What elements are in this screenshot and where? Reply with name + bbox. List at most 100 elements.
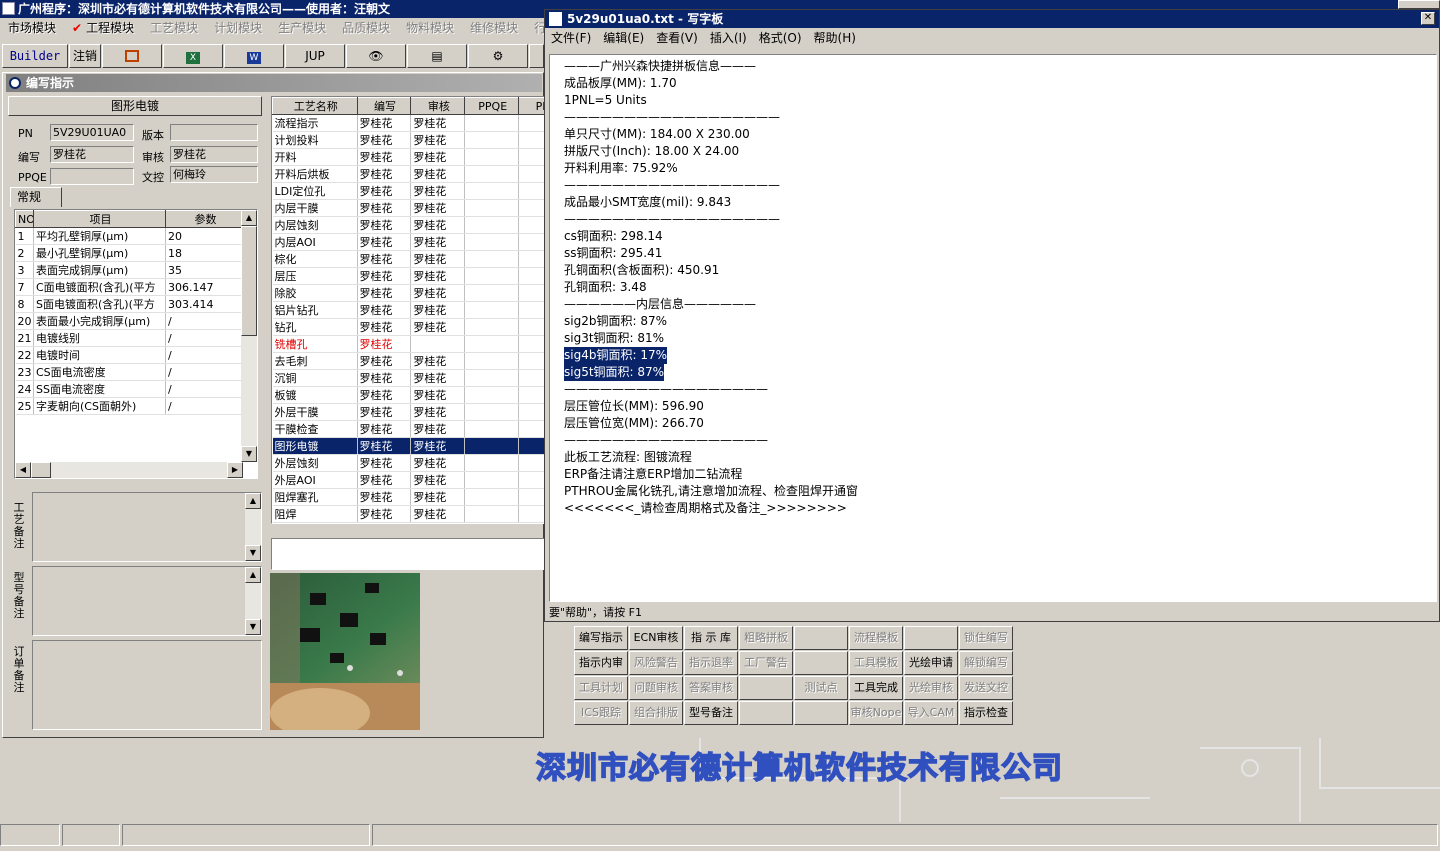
doccontrol-field[interactable]: 何梅玲 — [170, 166, 258, 183]
action-button[interactable]: 编写指示 — [574, 626, 628, 650]
action-button[interactable] — [739, 676, 793, 700]
table-row[interactable]: 钻孔 罗桂花 罗桂花 — [272, 318, 544, 336]
column-header[interactable]: 参数 — [165, 210, 244, 228]
column-header[interactable]: PPC — [518, 97, 544, 115]
table-row[interactable]: 铣槽孔 罗桂花 — [272, 335, 544, 353]
scroll-up-icon[interactable]: ▲ — [241, 210, 257, 226]
process-remark-field[interactable]: ▲ ▼ — [32, 492, 262, 562]
database-icon[interactable]: ▤ — [407, 44, 467, 68]
table-row[interactable]: 22 电镀时间 / — [15, 346, 244, 364]
action-button[interactable]: 解锁编写 — [959, 651, 1013, 675]
column-header[interactable]: 审核 — [410, 97, 466, 115]
action-button[interactable]: 测试点 — [794, 676, 848, 700]
menu-item[interactable]: 行政模 — [526, 18, 545, 38]
action-button[interactable]: 型号备注 — [684, 701, 738, 725]
table-row[interactable]: 外层AOI 罗桂花 罗桂花 — [272, 471, 544, 489]
action-button[interactable]: 流程模板 — [849, 626, 903, 650]
table-row[interactable]: 去毛刺 罗桂花 罗桂花 — [272, 352, 544, 370]
wordpad-menu-item[interactable]: 插入(I) — [704, 31, 753, 45]
table-row[interactable]: 8 S面电镀面积(含孔)(平方 303.414 — [15, 295, 244, 313]
column-header[interactable]: 编写 — [356, 97, 412, 115]
column-header[interactable]: NO — [15, 210, 34, 228]
menu-item[interactable]: 维修模块 — [462, 18, 526, 38]
action-button[interactable]: ICS跟踪 — [574, 701, 628, 725]
logout-button[interactable]: 注销 — [69, 44, 101, 68]
scroll-left-icon[interactable]: ◀ — [15, 462, 31, 478]
action-button[interactable]: 审核Nope — [849, 701, 903, 725]
table-row[interactable]: LDI定位孔 罗桂花 罗桂花 — [272, 182, 544, 200]
action-button[interactable]: 光绘申请 — [904, 651, 958, 675]
action-button[interactable]: 指示检查 — [959, 701, 1013, 725]
table-row[interactable]: 外层干膜 罗桂花 罗桂花 — [272, 403, 544, 421]
action-button[interactable]: 指示内审 — [574, 651, 628, 675]
wordpad-menu-item[interactable]: 编辑(E) — [597, 31, 650, 45]
hscroll-thumb[interactable] — [31, 462, 51, 478]
column-header[interactable]: 项目 — [33, 210, 166, 228]
remark1-scroll[interactable]: ▲ ▼ — [245, 493, 261, 561]
wordpad-menu-item[interactable]: 查看(V) — [650, 31, 704, 45]
table-row[interactable]: 流程指示 罗桂花 罗桂花 — [272, 114, 544, 132]
remark2-scroll[interactable]: ▲ ▼ — [245, 567, 261, 635]
params-hscroll[interactable]: ◀ ▶ — [15, 462, 243, 478]
action-button[interactable]: 工具完成 — [849, 676, 903, 700]
action-button[interactable] — [794, 626, 848, 650]
action-button[interactable]: 工厂警告 — [739, 651, 793, 675]
action-button[interactable]: ECN审核 — [629, 626, 683, 650]
scroll-down-icon[interactable]: ▼ — [245, 545, 261, 561]
table-row[interactable]: 沉铜 罗桂花 罗桂花 — [272, 369, 544, 387]
scroll-down-icon[interactable]: ▼ — [241, 446, 257, 462]
table-row[interactable]: 板镀 罗桂花 罗桂花 — [272, 386, 544, 404]
tools-icon[interactable]: ⚙ — [468, 44, 528, 68]
wordpad-menu-item[interactable]: 帮助(H) — [808, 31, 862, 45]
action-button[interactable]: 答案审核 — [684, 676, 738, 700]
action-button[interactable] — [794, 701, 848, 725]
menu-item[interactable]: 品质模块 — [334, 18, 398, 38]
params-vscroll[interactable]: ▲ ▼ — [241, 210, 257, 462]
table-row[interactable]: 25 字麦朝向(CS面朝外) / — [15, 397, 244, 415]
action-button[interactable]: 工具计划 — [574, 676, 628, 700]
action-button[interactable]: 导入CAM — [904, 701, 958, 725]
wordpad-menu-item[interactable]: 格式(O) — [753, 31, 808, 45]
wordpad-menu-item[interactable]: 文件(F) — [545, 31, 597, 45]
table-row[interactable]: 20 表面最小完成铜厚(μm) / — [15, 312, 244, 330]
table-row[interactable]: 内层干膜 罗桂花 罗桂花 — [272, 199, 544, 217]
order-remark-field[interactable] — [32, 640, 262, 730]
menu-item[interactable]: 生产模块 — [270, 18, 334, 38]
excel-icon[interactable]: X — [163, 44, 223, 68]
table-row[interactable]: 棕化 罗桂花 罗桂花 — [272, 250, 544, 268]
column-header[interactable]: PPQE — [464, 97, 520, 115]
scroll-up-icon[interactable]: ▲ — [245, 567, 261, 583]
ppqe-field[interactable] — [50, 168, 134, 185]
table-row[interactable]: 开料 罗桂花 罗桂花 — [272, 148, 544, 166]
table-row[interactable]: 内层蚀刻 罗桂花 罗桂花 — [272, 216, 544, 234]
jup-button[interactable]: JUP — [285, 44, 345, 68]
menu-item[interactable]: 市场模块 — [0, 18, 64, 38]
menu-item[interactable]: ✔ 工程模块 — [64, 18, 142, 38]
action-button[interactable] — [904, 626, 958, 650]
table-row[interactable]: 阻焊塞孔 罗桂花 罗桂花 — [272, 488, 544, 506]
toolbar-more[interactable] — [529, 44, 544, 68]
builder-button[interactable]: Builder — [2, 44, 68, 68]
table-row[interactable]: 1 平均孔壁铜厚(μm) 20 — [15, 227, 244, 245]
action-button[interactable]: 工具模板 — [849, 651, 903, 675]
word-icon[interactable]: W — [224, 44, 284, 68]
table-row[interactable]: 除胶 罗桂花 罗桂花 — [272, 284, 544, 302]
action-button[interactable]: 指 示 库 — [684, 626, 738, 650]
wordpad-document[interactable]: ———广州兴森快捷拼板信息——— 成品板厚(MM): 1.70 1PNL=5 Uni… — [549, 54, 1437, 602]
action-button[interactable] — [739, 701, 793, 725]
version-field[interactable] — [170, 124, 258, 141]
column-header[interactable]: 工艺名称 — [272, 97, 358, 115]
action-button[interactable]: 问题审核 — [629, 676, 683, 700]
menu-item[interactable]: 计划模块 — [206, 18, 270, 38]
table-row[interactable]: 外层蚀刻 罗桂花 罗桂花 — [272, 454, 544, 472]
scroll-down-icon[interactable]: ▼ — [245, 619, 261, 635]
action-button[interactable]: 锁住编写 — [959, 626, 1013, 650]
table-row[interactable]: 计划投料 罗桂花 罗桂花 — [272, 131, 544, 149]
table-row[interactable]: 24 SS面电流密度 / — [15, 380, 244, 398]
action-button[interactable]: 发送文控 — [959, 676, 1013, 700]
table-row[interactable]: 阻焊 罗桂花 罗桂花 — [272, 505, 544, 523]
model-remark-field[interactable]: ▲ ▼ — [32, 566, 262, 636]
table-row[interactable]: 干膜检查 罗桂花 罗桂花 — [272, 420, 544, 438]
ppt-icon[interactable] — [102, 44, 162, 68]
writer-field[interactable]: 罗桂花 — [50, 146, 134, 163]
